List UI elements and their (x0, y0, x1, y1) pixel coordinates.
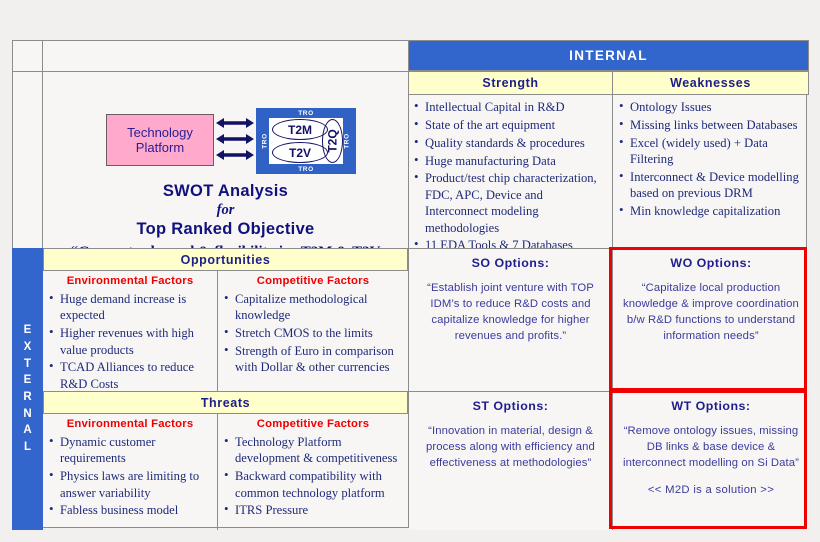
header-strength: Strength (408, 71, 613, 95)
so-options-body: “Establish joint venture with TOP IDM’s … (427, 282, 594, 343)
cell-strength: Intellectual Capital in R&DState of the … (408, 95, 613, 248)
list-item: Excel (widely used) + Data Filtering (619, 134, 805, 168)
swot-matrix-table: INTERNAL Strength Weaknesses Intellectua… (12, 40, 809, 530)
header-internal: INTERNAL (408, 40, 809, 71)
list-item: Missing links between Databases (619, 116, 805, 133)
swot-title-block: SWOT Analysis for Top Ranked Objective “… (43, 182, 408, 248)
cell-threats-environmental: Environmental Factors Dynamic customer r… (43, 414, 218, 530)
list-item: Huge manufacturing Data (414, 152, 608, 169)
list-item: Capitalize methodological knowledge (224, 290, 404, 324)
ellipse-t2q: T2Q (322, 119, 343, 163)
ellipse-t2m: T2M (272, 119, 328, 140)
threats-environmental-list: Dynamic customer requirementsPhysics law… (43, 430, 217, 524)
list-item: TCAD Alliances to reduce R&D Costs (49, 358, 213, 391)
tro-label-bottom: TRO (298, 165, 314, 173)
header-external: EXTERNAL (12, 248, 43, 530)
strength-list: Intellectual Capital in R&DState of the … (408, 95, 612, 248)
cell-opportunities-competitive: Competitive Factors Capitalize methodolo… (218, 271, 408, 391)
cell-so-options: SO Options: “Establish joint venture wit… (409, 249, 613, 391)
tro-label-left: TRO (261, 133, 269, 149)
label-environmental-factors-opportunities: Environmental Factors (66, 275, 194, 287)
external-label-letter: N (23, 407, 32, 420)
tech-platform-diagram: Technology Platform TRO TRO TRO TRO T2M … (106, 108, 361, 174)
platform-label-line1: Technology (127, 124, 193, 140)
header-threats: Threats (43, 391, 408, 414)
wt-options-body: “Remove ontology issues, missing DB link… (622, 425, 800, 470)
technology-platform-box: Technology Platform (106, 114, 214, 166)
external-label-letter: L (23, 441, 32, 454)
wo-options-title: WO Options: (670, 256, 752, 270)
list-item: Interconnect & Device modelling based on… (619, 168, 805, 202)
external-label-letter: R (23, 391, 32, 403)
list-item: Strength of Euro in comparison with Doll… (224, 342, 404, 376)
list-item: Product/test chip characterization, FDC,… (414, 169, 608, 235)
so-options-title: SO Options: (471, 256, 550, 270)
external-label-letter: A (23, 424, 32, 437)
list-item: ITRS Pressure (224, 501, 404, 518)
cell-opportunities-environmental: Environmental Factors Huge demand increa… (43, 271, 218, 391)
wo-options-body: “Capitalize local production knowledge &… (623, 282, 799, 343)
swot-title-line2: Top Ranked Objective (136, 220, 315, 238)
tro-label-right: TRO (343, 133, 351, 149)
list-item: Fabless business model (49, 501, 213, 518)
cell-title-diagram: Technology Platform TRO TRO TRO TRO T2M … (43, 72, 408, 248)
threats-competitive-list: Technology Platform development & compet… (218, 430, 408, 524)
list-item: 11 EDA Tools & 7 Databases (414, 236, 608, 248)
weaknesses-list: Ontology IssuesMissing links between Dat… (613, 95, 809, 225)
list-item: Min knowledge capitalization (619, 202, 805, 219)
cell-st-options: ST Options: “Innovation in material, des… (409, 392, 613, 530)
list-item: State of the art equipment (414, 116, 608, 133)
opportunities-competitive-list: Capitalize methodological knowledgeStret… (218, 287, 408, 381)
header-weaknesses: Weaknesses (612, 71, 809, 95)
swot-analysis-page: INTERNAL Strength Weaknesses Intellectua… (0, 0, 820, 542)
external-label-letter: T (23, 357, 32, 370)
platform-label-line2: Platform (135, 140, 185, 155)
cell-wo-options: WO Options: “Capitalize local production… (613, 249, 809, 391)
external-label-letter: X (23, 340, 32, 353)
tro-label-top: TRO (298, 109, 314, 117)
cell-weaknesses: Ontology IssuesMissing links between Dat… (613, 95, 809, 248)
list-item: Physics laws are limiting to answer vari… (49, 467, 213, 501)
list-item: Technology Platform development & compet… (224, 433, 404, 467)
list-item: Ontology Issues (619, 98, 805, 115)
ellipse-t2q-label: T2Q (325, 129, 340, 153)
list-item: Dynamic customer requirements (49, 433, 213, 467)
st-options-title: ST Options: (472, 399, 549, 413)
opportunities-environmental-list: Huge demand increase is expectedHigher r… (43, 287, 217, 391)
st-options-body: “Innovation in material, design & proces… (426, 425, 595, 470)
cell-threats-competitive: Competitive Factors Technology Platform … (218, 414, 408, 530)
label-environmental-factors-threats: Environmental Factors (66, 418, 194, 430)
tro-box: TRO TRO TRO TRO T2M T2V T2Q (256, 108, 356, 174)
header-opportunities: Opportunities (43, 248, 408, 271)
wt-options-note: << M2D is a solution >> (647, 484, 775, 497)
external-label-letter: E (23, 374, 32, 387)
list-item: Stretch CMOS to the limits (224, 324, 404, 341)
swot-title-line1: SWOT Analysis (162, 182, 289, 200)
wt-options-title: WT Options: (671, 399, 751, 413)
ellipse-t2v: T2V (272, 142, 328, 163)
list-item: Backward compatibility with common techn… (224, 467, 404, 501)
swot-title-for: for (216, 202, 235, 218)
label-competitive-factors-threats: Competitive Factors (256, 418, 370, 430)
list-item: Intellectual Capital in R&D (414, 98, 608, 115)
label-competitive-factors-opportunities: Competitive Factors (256, 275, 370, 287)
external-label-letter: E (23, 324, 32, 337)
list-item: Huge demand increase is expected (49, 290, 213, 324)
list-item: Higher revenues with high value products (49, 324, 213, 358)
list-item: Quality standards & procedures (414, 134, 608, 151)
double-arrow-group (216, 118, 254, 160)
cell-wt-options: WT Options: “Remove ontology issues, mis… (613, 392, 809, 530)
